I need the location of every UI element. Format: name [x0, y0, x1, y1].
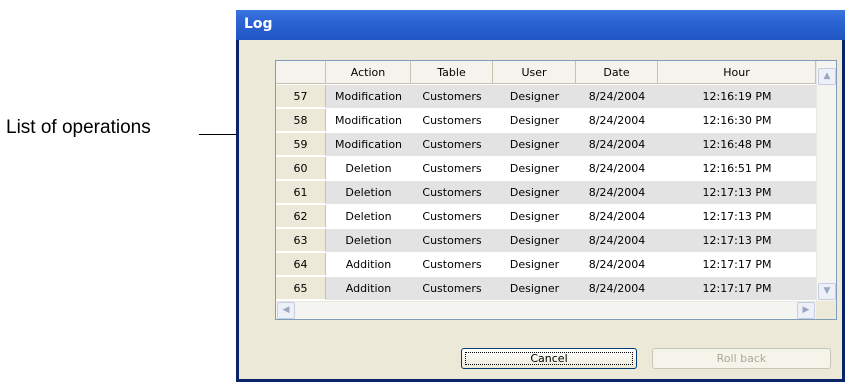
callout-label: List of operations	[6, 117, 151, 138]
table-header: Action Table User Date Hour	[276, 61, 836, 85]
table-row[interactable]: 57 Modification Customers Designer 8/24/2004…	[276, 85, 816, 108]
cell-date: 8/24/2004	[588, 258, 646, 271]
cell-date: 8/24/2004	[588, 210, 646, 223]
cell-hour: 12:17:17 PM	[702, 282, 772, 295]
table-row[interactable]: 59 Modification Customers Designer 8/24/2004…	[276, 133, 816, 156]
cell-table: Customers	[422, 210, 482, 223]
cell-action: Deletion	[345, 186, 392, 199]
cell-user: Designer	[509, 114, 560, 127]
cell-user: Designer	[509, 162, 560, 175]
cell-date: 8/24/2004	[588, 162, 646, 175]
chevron-down-icon[interactable]: ▼	[818, 283, 836, 300]
cell-table: Customers	[422, 114, 482, 127]
table-row[interactable]: 61 Deletion Customers Designer 8/24/2004 12:1…	[276, 181, 816, 204]
vertical-scrollbar[interactable]: ▲ ▼	[816, 61, 836, 301]
scrollbar-corner	[816, 301, 836, 319]
column-header-action[interactable]: Action	[326, 61, 411, 84]
dialog-body: Action Table User Date Hour 57 Modificati…	[239, 40, 842, 379]
row-number[interactable]: 58	[276, 109, 326, 132]
roll-back-button[interactable]: Roll back	[652, 348, 831, 369]
cell-action: Deletion	[345, 210, 392, 223]
chevron-up-icon[interactable]: ▲	[818, 68, 836, 85]
cell-user: Designer	[509, 234, 560, 247]
cell-user: Designer	[509, 138, 560, 151]
row-number-header	[276, 61, 326, 84]
table-row[interactable]: 65 Addition Customers Designer 8/24/2004 12:1…	[276, 277, 816, 300]
cell-user: Designer	[509, 258, 560, 271]
row-number[interactable]: 65	[276, 277, 326, 300]
cell-hour: 12:16:19 PM	[702, 90, 772, 103]
column-header-date[interactable]: Date	[576, 61, 658, 84]
cell-action: Deletion	[345, 162, 392, 175]
table-row[interactable]: 60 Deletion Customers Designer 8/24/2004 12:1…	[276, 157, 816, 180]
cell-table: Customers	[422, 258, 482, 271]
cell-hour: 12:16:51 PM	[702, 162, 772, 175]
cell-hour: 12:17:13 PM	[702, 186, 772, 199]
table-row[interactable]: 62 Deletion Customers Designer 8/24/2004 12:1…	[276, 205, 816, 228]
row-number[interactable]: 64	[276, 253, 326, 276]
table-row[interactable]: 64 Addition Customers Designer 8/24/2004 12:1…	[276, 253, 816, 276]
cell-hour: 12:16:48 PM	[702, 138, 772, 151]
cell-date: 8/24/2004	[588, 282, 646, 295]
cell-date: 8/24/2004	[588, 138, 646, 151]
window-title: Log	[244, 16, 273, 32]
cancel-button[interactable]: Cancel	[461, 348, 637, 369]
operations-table: Action Table User Date Hour 57 Modificati…	[275, 60, 837, 320]
roll-back-button-label: Roll back	[716, 352, 767, 365]
row-number[interactable]: 57	[276, 85, 326, 108]
cell-date: 8/24/2004	[588, 114, 646, 127]
chevron-right-icon[interactable]: ▶	[797, 302, 815, 319]
cell-hour: 12:17:13 PM	[702, 234, 772, 247]
focus-ring	[465, 352, 633, 365]
cell-table: Customers	[422, 186, 482, 199]
cell-action: Modification	[334, 90, 403, 103]
cell-hour: 12:17:17 PM	[702, 258, 772, 271]
cell-user: Designer	[509, 210, 560, 223]
cell-date: 8/24/2004	[588, 234, 646, 247]
cell-date: 8/24/2004	[588, 90, 646, 103]
cell-table: Customers	[422, 162, 482, 175]
column-header-table[interactable]: Table	[411, 61, 493, 84]
cell-hour: 12:17:13 PM	[702, 210, 772, 223]
row-number[interactable]: 63	[276, 229, 326, 252]
cell-action: Modification	[334, 138, 403, 151]
title-bar[interactable]: Log	[236, 10, 845, 40]
horizontal-scrollbar[interactable]: ◀ ▶	[276, 301, 816, 319]
table-row[interactable]: 58 Modification Customers Designer 8/24/2004…	[276, 109, 816, 132]
row-number[interactable]: 59	[276, 133, 326, 156]
column-header-user[interactable]: User	[493, 61, 576, 84]
cell-user: Designer	[509, 282, 560, 295]
cell-user: Designer	[509, 186, 560, 199]
cell-hour: 12:16:30 PM	[702, 114, 772, 127]
cell-table: Customers	[422, 282, 482, 295]
cell-action: Deletion	[345, 234, 392, 247]
row-number[interactable]: 62	[276, 205, 326, 228]
log-dialog: Log Action Table User Date Hour 57 Modifi…	[236, 10, 845, 382]
cell-action: Modification	[334, 114, 403, 127]
cell-table: Customers	[422, 234, 482, 247]
row-number[interactable]: 60	[276, 157, 326, 180]
cell-table: Customers	[422, 138, 482, 151]
chevron-left-icon[interactable]: ◀	[277, 302, 295, 319]
cell-action: Addition	[345, 258, 392, 271]
table-row[interactable]: 63 Deletion Customers Designer 8/24/2004 12:1…	[276, 229, 816, 252]
cell-table: Customers	[422, 90, 482, 103]
cell-action: Addition	[345, 282, 392, 295]
column-header-hour[interactable]: Hour	[658, 61, 816, 84]
cell-user: Designer	[509, 90, 560, 103]
cell-date: 8/24/2004	[588, 186, 646, 199]
row-number[interactable]: 61	[276, 181, 326, 204]
